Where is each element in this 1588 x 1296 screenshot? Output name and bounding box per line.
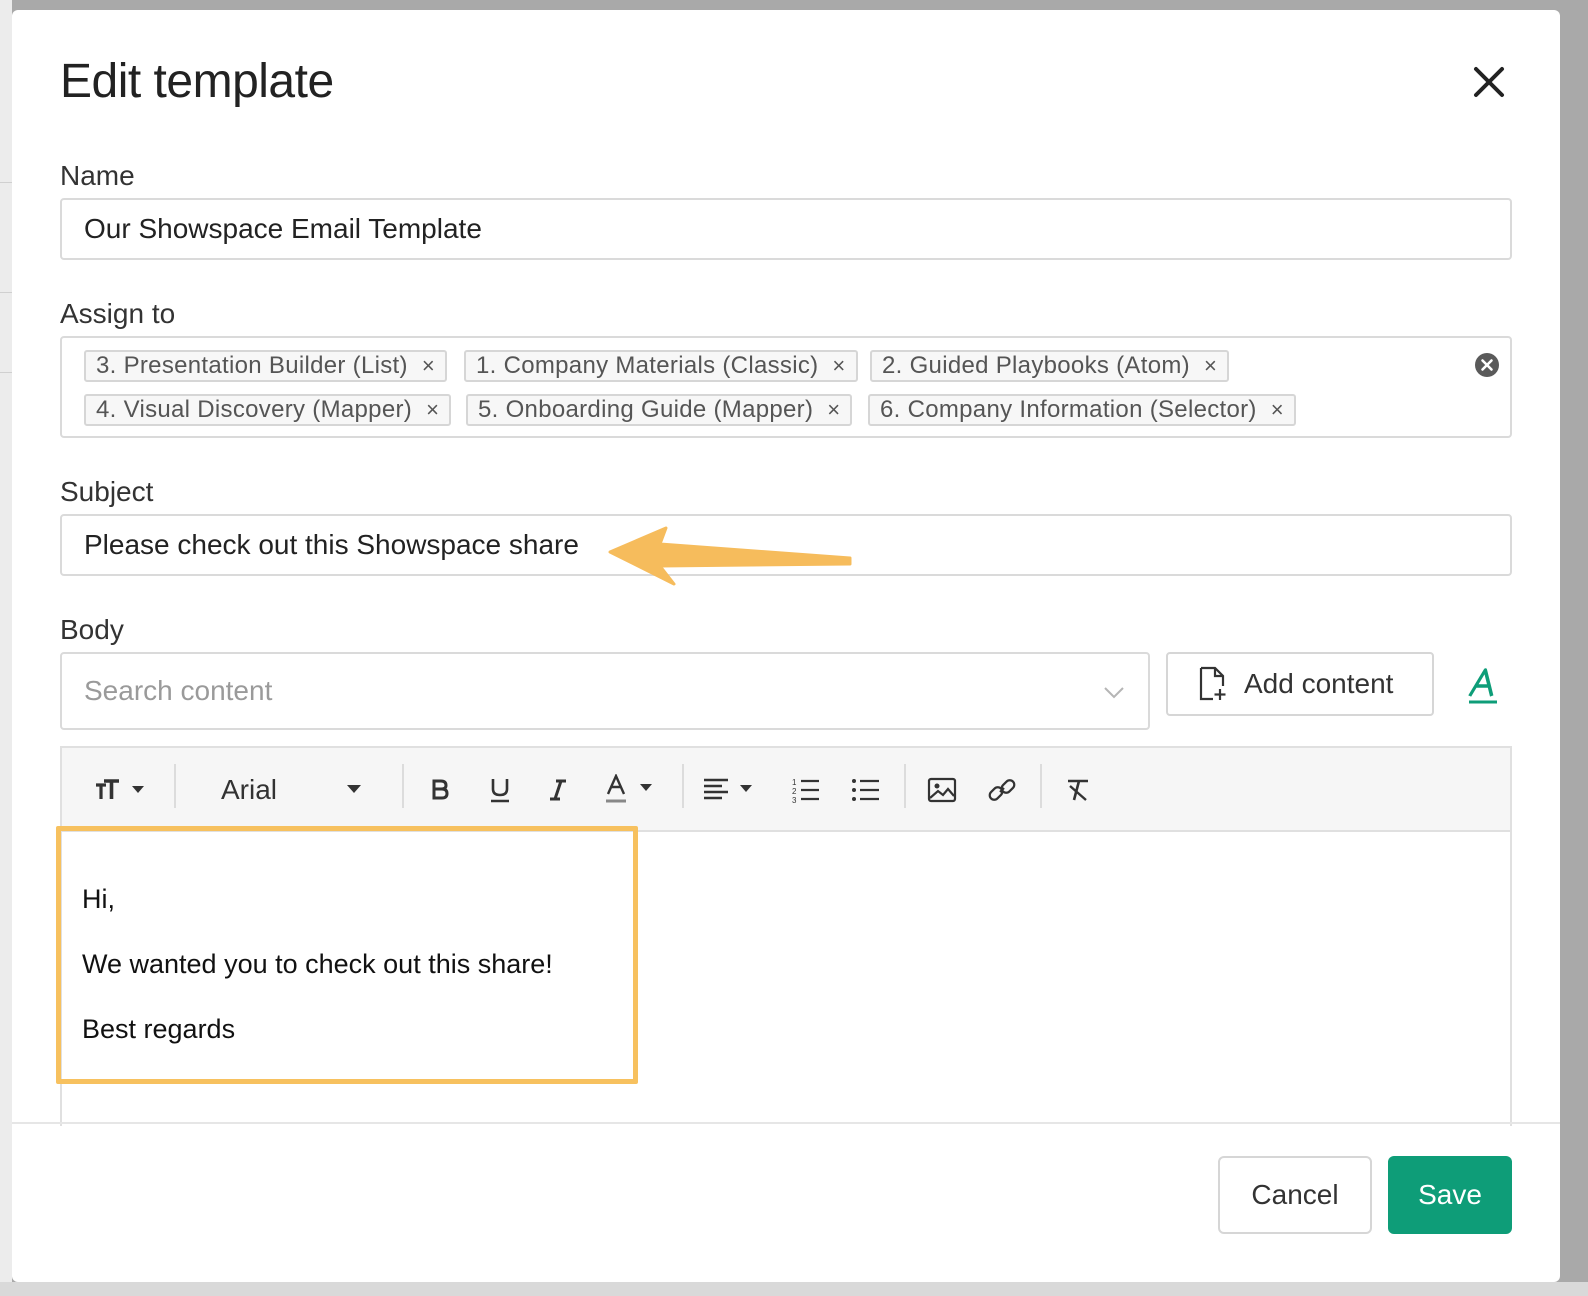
assign-tag: 3. Presentation Builder (List) × <box>84 350 447 382</box>
footer-divider <box>12 1122 1560 1124</box>
background-sidebar <box>0 0 12 1296</box>
rich-text-editor: Arial 1 2 3 Hi, We wanted you to check o… <box>60 746 1512 1134</box>
search-content-select[interactable] <box>60 652 1150 730</box>
assign-tag: 5. Onboarding Guide (Mapper) × <box>466 394 853 426</box>
insert-link-button[interactable] <box>980 748 1024 832</box>
body-line: Hi, <box>82 884 115 914</box>
svg-text:2: 2 <box>792 787 797 796</box>
caret-down-icon <box>347 785 361 793</box>
unordered-list-button[interactable] <box>844 748 888 832</box>
add-content-button[interactable]: Add content <box>1166 652 1434 716</box>
clear-format-icon <box>1068 779 1088 801</box>
tag-label: 6. Company Information (Selector) <box>880 396 1257 423</box>
assign-tag: 2. Guided Playbooks (Atom) × <box>870 350 1230 382</box>
font-family-select[interactable]: Arial <box>212 748 392 832</box>
tag-label: 1. Company Materials (Classic) <box>476 352 819 379</box>
align-button[interactable] <box>700 748 764 832</box>
italic-button[interactable] <box>536 748 580 832</box>
add-content-label: Add content <box>1244 668 1394 699</box>
font-color-button[interactable] <box>602 748 662 832</box>
subject-input[interactable] <box>60 514 1512 576</box>
dialog-title: Edit template <box>60 55 334 108</box>
tag-label: 3. Presentation Builder (List) <box>96 352 408 379</box>
toolbar-divider <box>682 764 684 808</box>
close-button[interactable] <box>1462 60 1516 114</box>
underline-button[interactable] <box>478 748 522 832</box>
assign-to-label: Assign to <box>60 298 176 329</box>
font-color-icon <box>606 774 652 803</box>
font-family-label: Arial <box>220 774 277 805</box>
edit-template-dialog: Edit template Name Assign to 3. Presenta… <box>12 10 1560 1282</box>
editor-toolbar: Arial 1 2 3 <box>62 748 1510 832</box>
body-label: Body <box>60 614 124 645</box>
assign-tag: 4. Visual Discovery (Mapper) × <box>84 394 452 426</box>
text-format-icon <box>1468 668 1497 704</box>
toolbar-divider <box>402 764 404 808</box>
text-size-icon <box>96 779 144 799</box>
tag-label: 5. Onboarding Guide (Mapper) <box>478 396 814 423</box>
tag-label: 4. Visual Discovery (Mapper) <box>96 396 413 423</box>
bold-icon <box>432 779 449 800</box>
cancel-button[interactable]: Cancel <box>1218 1156 1372 1234</box>
name-input[interactable] <box>60 198 1512 260</box>
tag-remove-icon[interactable]: × <box>1271 397 1284 423</box>
tag-remove-icon[interactable]: × <box>832 353 845 379</box>
ordered-list-button[interactable]: 1 2 3 <box>784 748 828 832</box>
svg-text:1: 1 <box>792 778 797 787</box>
assign-tag: 1. Company Materials (Classic) × <box>464 350 858 382</box>
text-size-button[interactable] <box>90 748 154 832</box>
assign-to-multiselect[interactable]: 3. Presentation Builder (List) × 1. Comp… <box>60 336 1512 438</box>
editor-content[interactable]: Hi, We wanted you to check out this shar… <box>62 834 1510 1134</box>
toolbar-divider <box>904 764 906 808</box>
subject-label: Subject <box>60 476 154 507</box>
tag-remove-icon[interactable]: × <box>827 397 840 423</box>
ordered-list-icon: 1 2 3 <box>792 778 819 803</box>
link-icon <box>988 779 1016 801</box>
text-format-button[interactable] <box>1466 666 1500 706</box>
background-divider <box>0 292 12 293</box>
toolbar-divider <box>174 764 176 808</box>
body-line: Best regards <box>82 1014 236 1044</box>
toolbar-divider <box>1040 764 1042 808</box>
background-divider <box>0 182 12 183</box>
close-icon <box>1474 67 1504 97</box>
bold-button[interactable] <box>418 748 462 832</box>
search-content-input[interactable] <box>62 654 1062 728</box>
tag-label: 2. Guided Playbooks (Atom) <box>882 352 1190 379</box>
image-icon <box>927 777 957 803</box>
clear-format-button[interactable] <box>1056 748 1100 832</box>
name-label: Name <box>60 160 135 191</box>
italic-icon <box>550 779 566 801</box>
align-icon <box>704 778 752 800</box>
clear-circle-icon <box>1475 353 1499 377</box>
clear-all-button[interactable] <box>1474 352 1500 378</box>
body-line: We wanted you to check out this share! <box>82 949 553 979</box>
svg-text:3: 3 <box>792 796 797 803</box>
insert-image-button[interactable] <box>920 748 964 832</box>
background-footer <box>0 1282 1588 1296</box>
tag-remove-icon[interactable]: × <box>422 353 435 379</box>
add-file-icon <box>1199 666 1226 701</box>
background-divider <box>0 372 12 373</box>
chevron-down-icon <box>1104 687 1124 699</box>
tag-remove-icon[interactable]: × <box>1204 353 1217 379</box>
tag-remove-icon[interactable]: × <box>426 397 439 423</box>
save-button[interactable]: Save <box>1388 1156 1512 1234</box>
assign-tag: 6. Company Information (Selector) × <box>868 394 1296 426</box>
unordered-list-icon <box>852 779 879 801</box>
underline-icon <box>491 779 509 803</box>
